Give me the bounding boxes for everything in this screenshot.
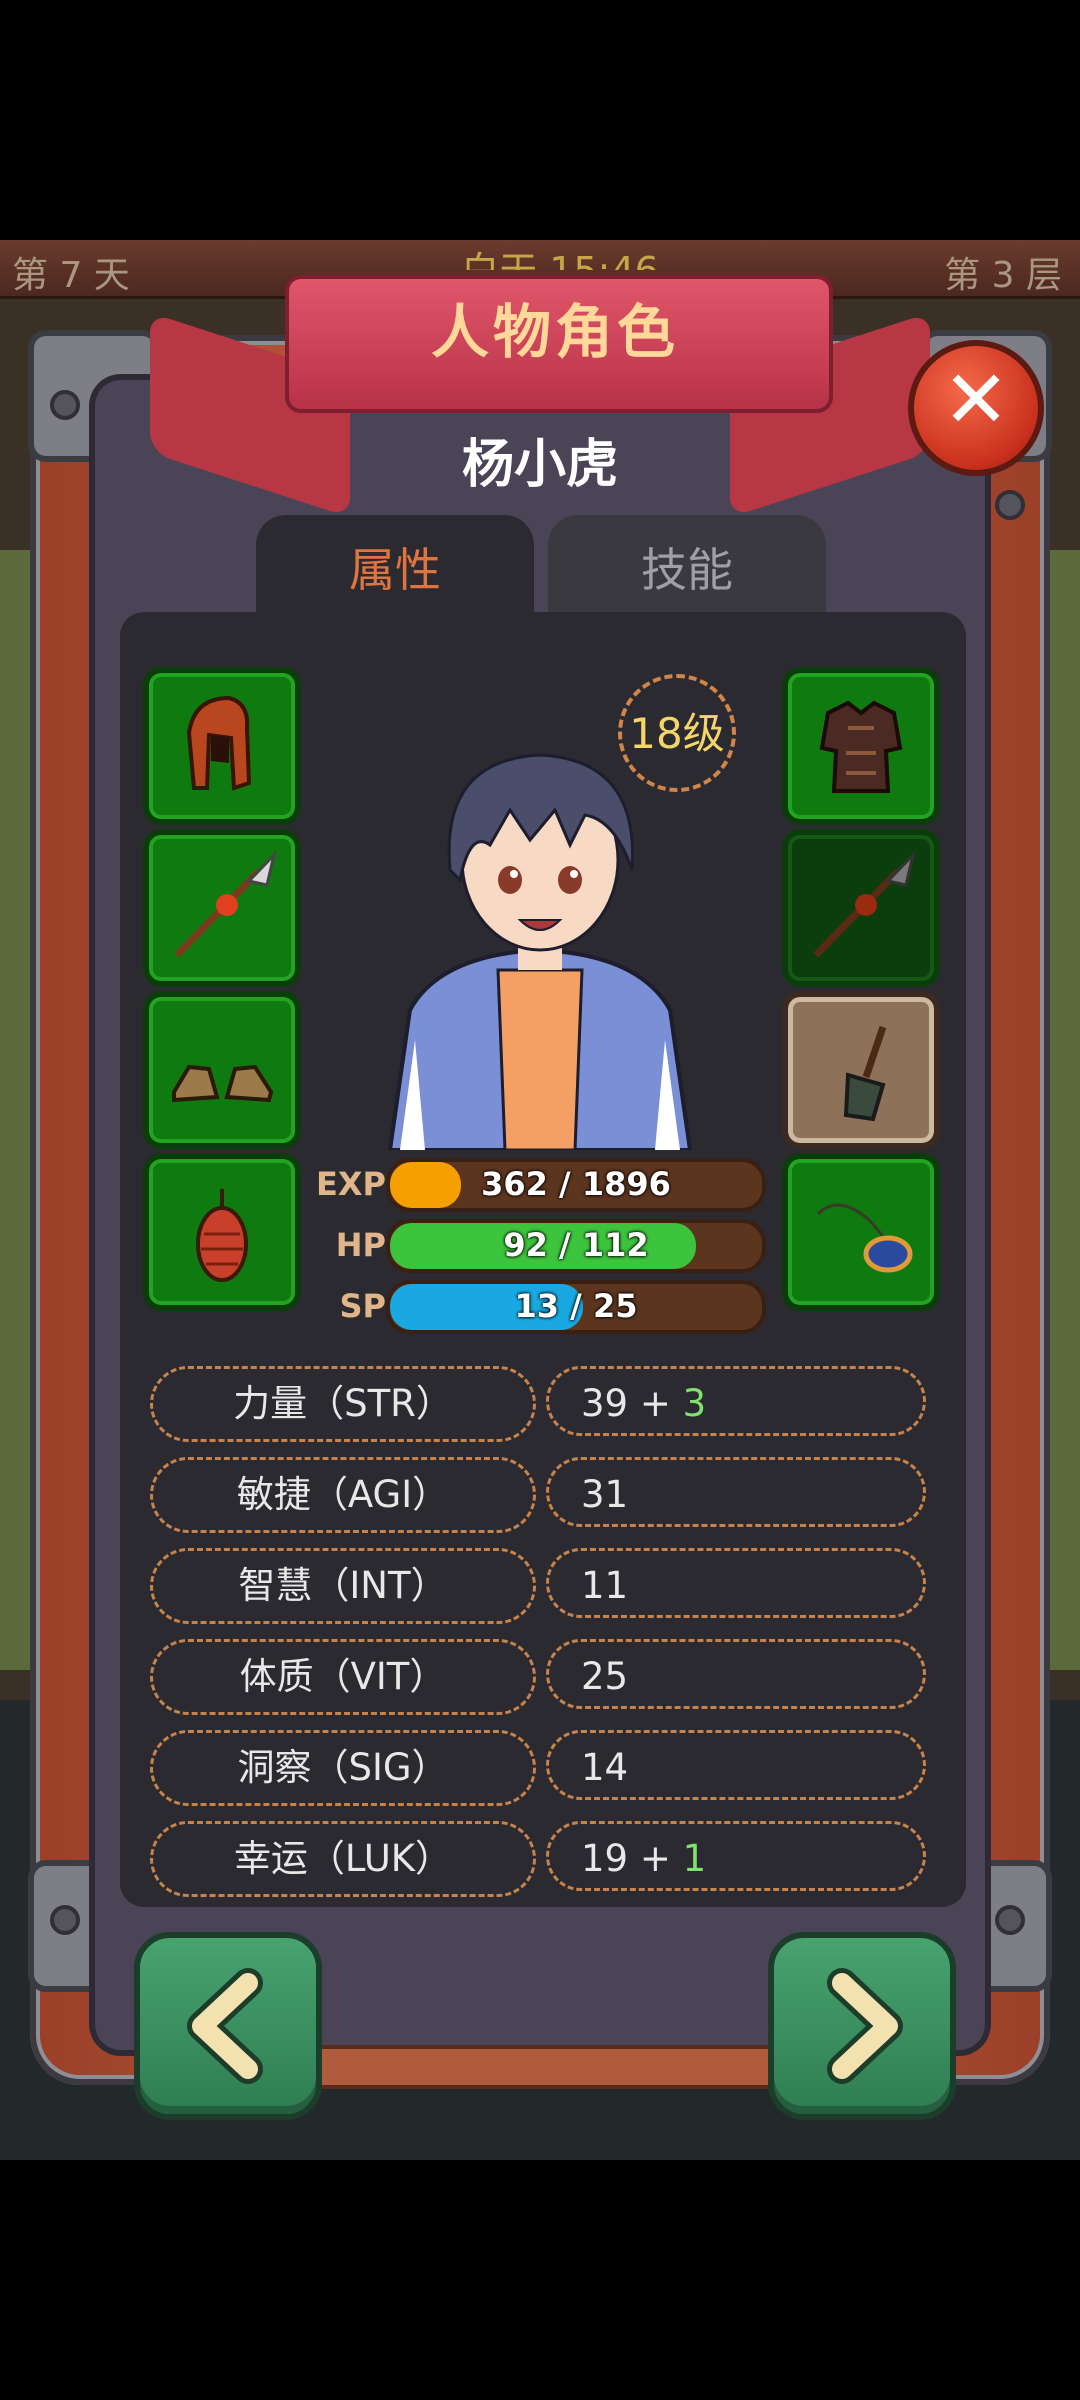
dialog-title: 人物角色 (430, 298, 679, 366)
stat-label-agi: 敏捷（AGI） (150, 1457, 536, 1533)
exp-label: EXP (316, 1165, 386, 1203)
equip-slot-armor[interactable] (782, 667, 940, 825)
pinecone-charm-icon (196, 1189, 248, 1282)
equip-slot-tool[interactable] (782, 991, 940, 1149)
stat-value-luk: 19 + 1 (546, 1821, 926, 1891)
equip-slot-weapon[interactable] (143, 829, 301, 987)
next-character-button[interactable] (768, 1932, 956, 2120)
equip-slot-boots[interactable] (143, 991, 301, 1149)
tab-skills[interactable]: 技能 (548, 515, 826, 615)
character-portrait (387, 753, 693, 1150)
amulet-icon (816, 1203, 913, 1273)
character-name: 杨小虎 (461, 435, 618, 495)
bolt-icon (50, 390, 80, 420)
time-of-day: 白天 15:46 (440, 240, 680, 270)
stat-value-sig: 14 (546, 1730, 926, 1800)
exp-value: 362 / 1896 (481, 1165, 671, 1203)
sp-value: 13 / 25 (514, 1287, 638, 1325)
stat-value-int: 11 (546, 1548, 926, 1618)
chevron-left-icon (187, 1968, 263, 2084)
stat-label-str: 力量（STR） (150, 1366, 536, 1442)
sp-label: SP (339, 1287, 387, 1325)
close-icon[interactable]: ✕ (908, 338, 1044, 462)
bolt-icon (995, 1905, 1025, 1935)
day-counter: 第 7 天 (12, 255, 130, 296)
stat-label-sig: 洞察（SIG） (150, 1730, 536, 1806)
helmet-icon (186, 695, 252, 791)
spear-icon (174, 850, 277, 958)
prev-character-button[interactable] (134, 1932, 322, 2120)
spear-icon (813, 850, 916, 958)
stat-label-int: 智慧（INT） (150, 1548, 536, 1624)
equip-slot-accessory[interactable] (143, 1153, 301, 1311)
stat-value-vit: 25 (546, 1639, 926, 1709)
stat-value-agi: 31 (546, 1457, 926, 1527)
equip-slot-offhand[interactable] (782, 829, 940, 987)
bolt-icon (995, 490, 1025, 520)
boots-icon (172, 1064, 274, 1103)
shovel-icon (843, 1025, 887, 1122)
bolt-icon (50, 1905, 80, 1935)
equip-slot-helmet[interactable] (143, 667, 301, 825)
tab-attributes[interactable]: 属性 (256, 515, 534, 615)
hp-value: 92 / 112 (503, 1226, 649, 1264)
stat-label-luk: 幸运（LUK） (150, 1821, 536, 1897)
chevron-right-icon (827, 1968, 903, 2084)
armor-icon (819, 700, 903, 793)
floor-counter: 第 3 层 (944, 255, 1062, 296)
hp-label: HP (335, 1226, 386, 1264)
equip-slot-amulet[interactable] (782, 1153, 940, 1311)
stat-value-str: 39 + 3 (546, 1366, 926, 1436)
bottom-wood-bar (290, 2045, 798, 2089)
stat-label-vit: 体质（VIT） (150, 1639, 536, 1715)
